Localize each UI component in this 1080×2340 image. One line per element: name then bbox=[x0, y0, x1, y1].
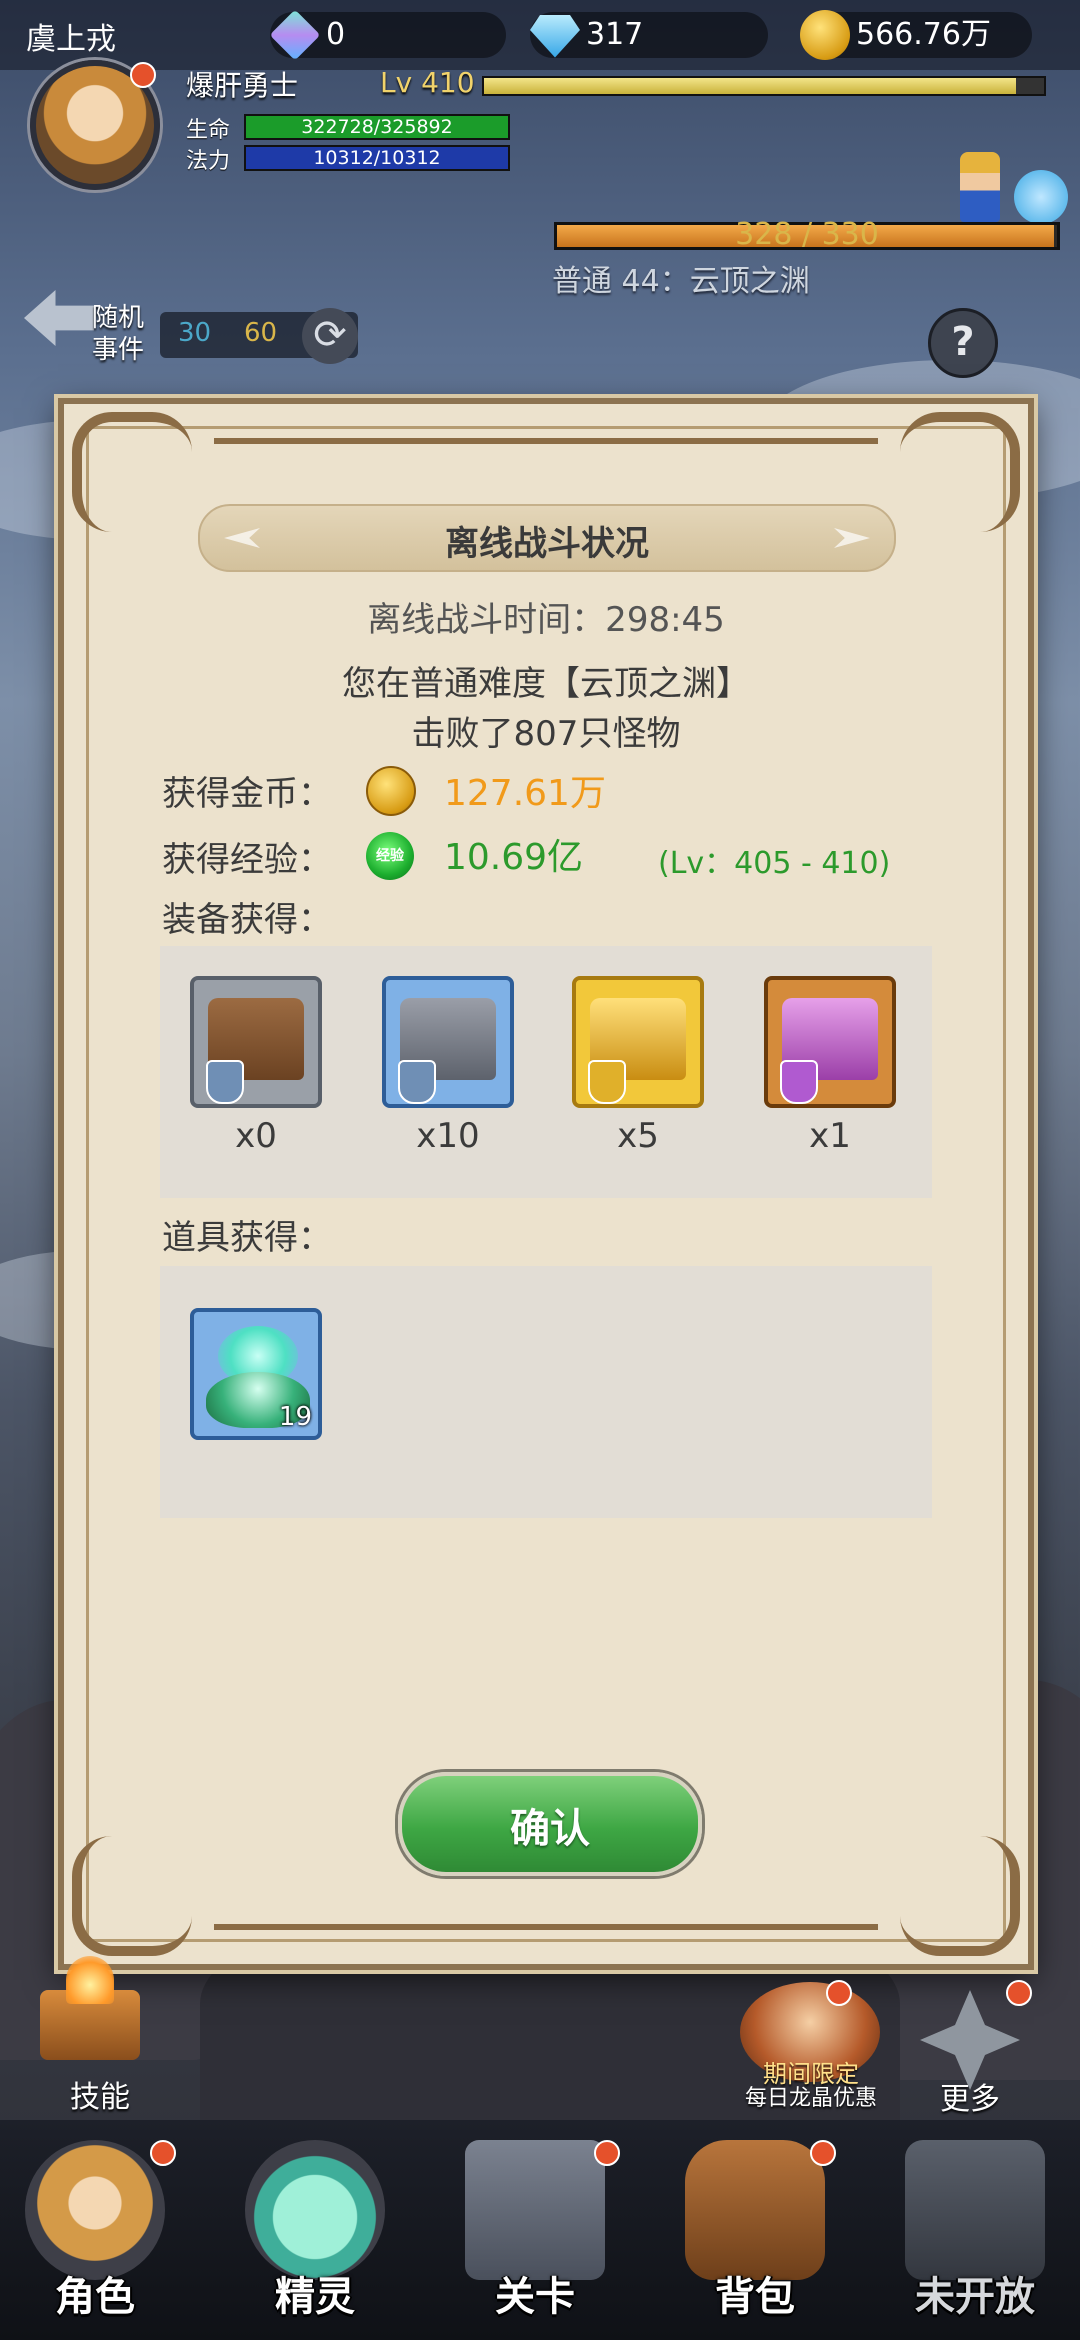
item-quantity: 19 bbox=[278, 1402, 312, 1432]
nav-notification-dot bbox=[594, 2140, 620, 2166]
nav-item-backpack[interactable]: 背包 bbox=[660, 2130, 850, 2330]
hero-portrait-icon bbox=[25, 2140, 165, 2280]
more-button-label[interactable]: 更多 bbox=[920, 2074, 1020, 2118]
spirit-slime-icon bbox=[245, 2140, 385, 2280]
stage-progress-text: 328 / 330 bbox=[735, 217, 879, 252]
frame-top-rule bbox=[214, 438, 878, 444]
help-icon[interactable]: ? bbox=[928, 308, 998, 378]
items-label: 道具获得： bbox=[162, 1218, 332, 1258]
avatar-notification-dot bbox=[130, 62, 156, 88]
bronze-chest-icon[interactable] bbox=[190, 976, 322, 1108]
refresh-icon[interactable]: ⟳ bbox=[302, 308, 358, 364]
top-resource-bar: 虞上戎 0 317 566.76万 bbox=[0, 0, 1080, 70]
exp-level-range: (Lv：405 - 410) bbox=[658, 846, 891, 881]
skill-button-label[interactable]: 技能 bbox=[40, 2072, 200, 2116]
locked-gate-icon bbox=[905, 2140, 1045, 2280]
frame-corner-ornament bbox=[900, 412, 1020, 532]
random-event-label-line1: 随机 bbox=[92, 303, 145, 333]
nav-notification-dot bbox=[150, 2140, 176, 2166]
promo-notification-dot bbox=[826, 1980, 852, 2006]
nav-label: 关卡 bbox=[495, 2274, 575, 2320]
promo-subtitle[interactable]: 每日龙晶优惠 bbox=[726, 2080, 896, 2112]
gem-count: 0 bbox=[326, 17, 346, 52]
frame-bottom-rule bbox=[214, 1924, 878, 1930]
confirm-button-label: 确认 bbox=[510, 1806, 590, 1852]
event-value-a: 30 bbox=[178, 318, 212, 348]
hero-sprite bbox=[960, 152, 1000, 222]
nav-label: 背包 bbox=[715, 2274, 795, 2320]
frame-corner-ornament bbox=[72, 1836, 192, 1956]
offline-battle-dialog: 离线战斗状况 离线战斗时间：298:45 您在普通难度【云顶之渊】 击败了807… bbox=[58, 398, 1034, 1970]
gold-coin-icon bbox=[366, 766, 416, 816]
dialog-title-banner: 离线战斗状况 bbox=[198, 504, 896, 572]
gem-cube-icon bbox=[269, 9, 321, 61]
xp-bar bbox=[482, 76, 1046, 96]
player-name: 爆肝勇士 bbox=[186, 69, 299, 102]
nav-item-locked[interactable]: 未开放 bbox=[880, 2130, 1070, 2330]
mp-label: 法力 bbox=[186, 149, 231, 174]
dialog-title: 离线战斗状况 bbox=[445, 524, 649, 564]
equipment-count: x0 bbox=[235, 1116, 277, 1156]
gold-label: 获得金币： bbox=[162, 774, 332, 814]
event-value-b: 60 bbox=[244, 318, 278, 348]
difficulty-line: 您在普通难度【云顶之渊】 bbox=[342, 664, 750, 704]
random-event-label-line2: 事件 bbox=[92, 335, 145, 365]
nav-item-role[interactable]: 角色 bbox=[0, 2130, 190, 2330]
equipment-count: x5 bbox=[617, 1116, 659, 1156]
blue-chest-icon[interactable] bbox=[382, 976, 514, 1108]
frame-corner-ornament bbox=[72, 412, 192, 532]
gold-count: 566.76万 bbox=[856, 17, 991, 52]
exp-value: 10.69亿 bbox=[444, 837, 584, 878]
exp-potion-icon: 经验 bbox=[366, 832, 414, 880]
boss-skull-icon bbox=[1014, 170, 1068, 224]
stage-name: 普通 44：云顶之渊 bbox=[552, 264, 810, 299]
stage-gate-icon bbox=[465, 2140, 605, 2280]
defeated-line: 击败了807只怪物 bbox=[411, 714, 681, 754]
gold-coin-icon bbox=[800, 10, 850, 60]
xp-bar-fill bbox=[484, 78, 1016, 94]
more-notification-dot bbox=[1006, 1980, 1032, 2006]
nav-item-spirit[interactable]: 精灵 bbox=[220, 2130, 410, 2330]
diamond-resource[interactable]: 317 bbox=[530, 12, 768, 58]
gold-value: 127.61万 bbox=[444, 773, 606, 814]
confirm-button[interactable]: 确认 bbox=[398, 1772, 702, 1876]
hp-bar: 322728/325892 bbox=[244, 114, 510, 140]
nav-notification-dot bbox=[810, 2140, 836, 2166]
skill-book-icon[interactable] bbox=[40, 1956, 140, 2060]
equipment-count: x1 bbox=[809, 1116, 851, 1156]
nav-label: 角色 bbox=[55, 2274, 135, 2320]
gem-resource[interactable]: 0 bbox=[269, 9, 506, 61]
nav-item-stage[interactable]: 关卡 bbox=[440, 2130, 630, 2330]
mp-bar: 10312/10312 bbox=[244, 145, 510, 171]
battle-time: 离线战斗时间：298:45 bbox=[367, 600, 725, 640]
nav-label: 精灵 bbox=[275, 2274, 355, 2320]
equip-label: 装备获得： bbox=[162, 900, 332, 940]
backpack-icon bbox=[685, 2140, 825, 2280]
hp-label: 生命 bbox=[186, 118, 231, 143]
gold-chest-icon[interactable] bbox=[572, 976, 704, 1108]
equipment-count: x10 bbox=[416, 1116, 480, 1156]
random-event-label[interactable]: 随机 事件 bbox=[92, 302, 144, 366]
exp-label: 获得经验： bbox=[162, 840, 332, 880]
frame-corner-ornament bbox=[900, 1836, 1020, 1956]
purple-chest-icon[interactable] bbox=[764, 976, 896, 1108]
player-level: Lv 410 bbox=[380, 66, 475, 99]
diamond-count: 317 bbox=[586, 17, 644, 52]
gold-resource[interactable]: 566.76万 bbox=[800, 10, 1032, 60]
nav-label: 未开放 bbox=[915, 2274, 1035, 2320]
diamond-icon bbox=[530, 15, 580, 58]
server-name: 虞上戎 bbox=[26, 22, 116, 57]
spirit-flame-leaf-icon[interactable]: 19 bbox=[190, 1308, 322, 1440]
stage-progress-bar: 328 / 330 bbox=[554, 217, 1060, 252]
